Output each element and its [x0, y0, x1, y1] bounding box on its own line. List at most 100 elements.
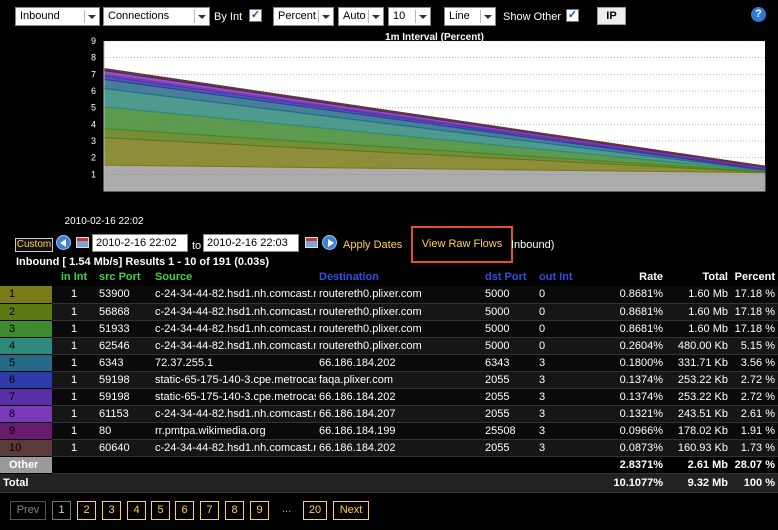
apply-dates-link[interactable]: Apply Dates: [343, 239, 402, 251]
chevron-down-icon: [480, 10, 493, 23]
dst-port-cell: 2055: [482, 388, 536, 406]
source-cell[interactable]: static-65-175-140-3.cpe.metrocast.net: [152, 388, 316, 406]
other-total: 2.61 Mb: [666, 456, 731, 474]
in-int-cell: 1: [52, 405, 96, 423]
chart-type-select[interactable]: Line: [444, 7, 496, 26]
source-cell[interactable]: c-24-34-44-82.hsd1.nh.comcast.net: [152, 439, 316, 457]
direction-value: Inbound: [20, 10, 60, 22]
destination-cell[interactable]: 66.186.184.202: [316, 439, 482, 457]
page-5-button[interactable]: 5: [151, 501, 170, 520]
by-int-checkbox[interactable]: ✓: [249, 9, 262, 22]
raw-flows-note: Inbound): [511, 239, 555, 251]
metric-select[interactable]: Connections: [103, 7, 210, 26]
total-row: Total 10.1077% 9.32 Mb 100 %: [0, 472, 778, 493]
scale-value: Auto: [343, 10, 366, 22]
to-date-input[interactable]: 2010-2-16 22:03: [203, 234, 299, 252]
source-cell[interactable]: c-24-34-44-82.hsd1.nh.comcast.net: [152, 286, 316, 304]
from-date-input[interactable]: 2010-2-16 22:02: [92, 234, 188, 252]
column-header[interactable]: Source: [152, 268, 316, 286]
table-row[interactable]: 5 1 6343 72.37.255.1 66.186.184.202 6343 3 0.18…: [0, 354, 778, 372]
other-row: Other 2.8371% 2.61 Mb 28.07 %: [0, 456, 778, 474]
destination-cell[interactable]: routereth0.plixer.com: [316, 337, 482, 355]
column-header[interactable]: dst Port: [482, 268, 536, 286]
source-cell[interactable]: static-65-175-140-3.cpe.metrocast.net: [152, 371, 316, 389]
y-tick-label: 8: [91, 53, 96, 63]
scale-select[interactable]: Auto: [338, 7, 384, 26]
empty-cell: [536, 472, 586, 493]
destination-cell[interactable]: 66.186.184.207: [316, 405, 482, 423]
page-1-button[interactable]: 1: [52, 501, 71, 520]
column-header[interactable]: Rate: [586, 268, 666, 286]
destination-cell[interactable]: faqa.plixer.com: [316, 371, 482, 389]
next-arrow-icon[interactable]: [322, 235, 337, 250]
table-row[interactable]: 6159198static-65-175-140-3.cpe.metrocast…: [0, 371, 778, 389]
table-row[interactable]: 7159198static-65-175-140-3.cpe.metrocast…: [0, 388, 778, 406]
source-cell[interactable]: c-24-34-44-82.hsd1.nh.comcast.net: [152, 405, 316, 423]
source-cell[interactable]: c-24-34-44-82.hsd1.nh.comcast.net: [152, 320, 316, 338]
page-4-button[interactable]: 4: [127, 501, 146, 520]
table-row[interactable]: 1 1 53900 c-24-34-44-82.hsd1.nh.comcast.net…: [0, 286, 778, 304]
page-2-button[interactable]: 2: [77, 501, 96, 520]
in-int-cell: 1: [52, 439, 96, 457]
page-6-button[interactable]: 6: [175, 501, 194, 520]
dst-port-cell: 5000: [482, 286, 536, 304]
column-header[interactable]: out Int: [536, 268, 586, 286]
page-7-button[interactable]: 7: [200, 501, 219, 520]
column-header[interactable]: Percent: [731, 268, 778, 286]
page-20-button[interactable]: 20: [303, 501, 327, 520]
destination-cell[interactable]: 66.186.184.202: [316, 388, 482, 406]
destination-cell[interactable]: routereth0.plixer.com: [316, 286, 482, 304]
column-header[interactable]: src Port: [96, 268, 152, 286]
row-color-swatch: 4: [0, 337, 52, 355]
custom-button[interactable]: Custom: [15, 238, 53, 252]
table-row[interactable]: 2 1 56868 c-24-34-44-82.hsd1.nh.comcast.net…: [0, 303, 778, 321]
destination-cell[interactable]: routereth0.plixer.com: [316, 320, 482, 338]
calendar-icon[interactable]: [305, 237, 318, 248]
rate-cell: 0.1374%: [586, 371, 666, 389]
chevron-down-icon: [318, 10, 331, 23]
source-cell[interactable]: c-24-34-44-82.hsd1.nh.comcast.net: [152, 303, 316, 321]
page-8-button[interactable]: 8: [225, 501, 244, 520]
show-other-checkbox[interactable]: ✓: [566, 9, 579, 22]
total-label: Total: [0, 472, 52, 493]
column-header[interactable]: Total: [666, 268, 731, 286]
destination-cell[interactable]: routereth0.plixer.com: [316, 303, 482, 321]
destination-cell[interactable]: 66.186.184.202: [316, 354, 482, 372]
percent-cell: 2.61 %: [731, 405, 778, 423]
direction-select[interactable]: Inbound: [15, 7, 100, 26]
empty-cell: [152, 472, 316, 493]
count-select[interactable]: 10: [388, 7, 431, 26]
calendar-icon[interactable]: [76, 237, 89, 248]
previous-arrow-icon[interactable]: [56, 235, 71, 250]
source-cell[interactable]: c-24-34-44-82.hsd1.nh.comcast.net: [152, 337, 316, 355]
src-port-cell: 6343: [96, 354, 152, 372]
destination-cell[interactable]: 66.186.184.199: [316, 422, 482, 440]
prev-button[interactable]: Prev: [10, 501, 46, 520]
table-row[interactable]: 4 1 62546 c-24-34-44-82.hsd1.nh.comcast.net…: [0, 337, 778, 355]
other-rate: 2.8371%: [586, 456, 666, 474]
table-row[interactable]: 10 1 60640 c-24-34-44-82.hsd1.nh.comcast.ne…: [0, 439, 778, 457]
unit-select[interactable]: Percent: [273, 7, 334, 26]
source-cell[interactable]: 72.37.255.1: [152, 354, 316, 372]
next-button[interactable]: Next: [333, 501, 369, 520]
table-row[interactable]: 9 1 80 rr.pmtpa.wikimedia.org 66.186.184.199…: [0, 422, 778, 440]
column-header[interactable]: in Int: [52, 268, 96, 286]
column-header[interactable]: Destination: [316, 268, 482, 286]
table-row[interactable]: 8 1 61153 c-24-34-44-82.hsd1.nh.comcast.net…: [0, 405, 778, 423]
total-cell: 253.22 Kb: [666, 371, 731, 389]
table-row[interactable]: 3 1 51933 c-24-34-44-82.hsd1.nh.comcast.net…: [0, 320, 778, 338]
dst-port-cell: 5000: [482, 303, 536, 321]
view-raw-flows-link[interactable]: View Raw Flows: [411, 226, 513, 263]
y-tick-label: 1: [91, 169, 96, 179]
column-header: [0, 268, 52, 286]
rate-cell: 0.1800%: [586, 354, 666, 372]
source-cell[interactable]: rr.pmtpa.wikimedia.org: [152, 422, 316, 440]
table-header: in Int src Port Source Destination dst Port o…: [0, 268, 778, 286]
help-icon[interactable]: ?: [751, 7, 766, 22]
row-color-swatch: 7: [0, 388, 52, 406]
src-port-cell: 56868: [96, 303, 152, 321]
page-9-button[interactable]: 9: [250, 501, 269, 520]
y-tick-label: 4: [91, 119, 96, 129]
page-3-button[interactable]: 3: [102, 501, 121, 520]
ip-button[interactable]: IP: [597, 7, 626, 25]
